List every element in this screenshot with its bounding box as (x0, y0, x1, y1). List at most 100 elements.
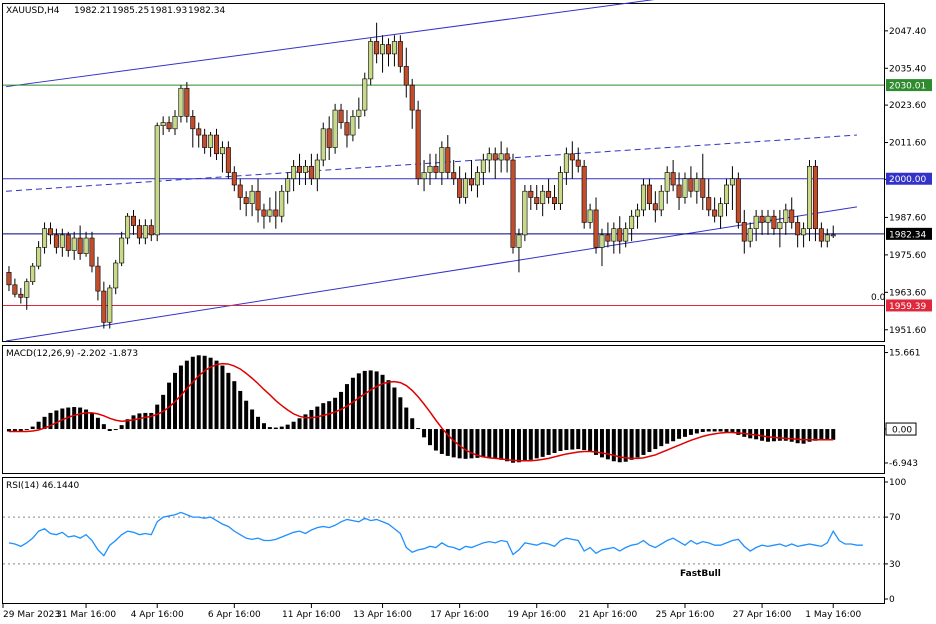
candle[interactable] (214, 128, 220, 161)
candle[interactable] (581, 160, 587, 229)
candle[interactable] (516, 228, 522, 273)
candle[interactable] (480, 153, 486, 185)
candle[interactable] (403, 47, 409, 98)
candle[interactable] (36, 241, 42, 270)
candle[interactable] (107, 284, 113, 329)
candle[interactable] (528, 184, 534, 210)
candle[interactable] (249, 184, 255, 217)
candle[interactable] (385, 38, 391, 67)
candle[interactable] (30, 262, 36, 285)
candle[interactable] (231, 166, 237, 192)
candle[interactable] (783, 203, 789, 235)
candle[interactable] (95, 256, 101, 301)
candle[interactable] (302, 160, 308, 185)
candle[interactable] (747, 222, 753, 248)
candle[interactable] (735, 172, 741, 229)
candle[interactable] (557, 166, 563, 210)
candle[interactable] (575, 147, 581, 173)
candle[interactable] (563, 147, 569, 185)
candle[interactable] (196, 122, 202, 148)
candle[interactable] (136, 219, 142, 245)
candle[interactable] (741, 209, 747, 254)
candle[interactable] (807, 160, 813, 242)
candle[interactable] (338, 103, 344, 129)
candle[interactable] (700, 153, 706, 210)
candle[interactable] (415, 100, 421, 185)
candle[interactable] (427, 153, 433, 185)
candle[interactable] (190, 110, 196, 148)
candle[interactable] (178, 85, 184, 123)
candle[interactable] (154, 122, 160, 242)
candle[interactable] (451, 160, 457, 185)
candle[interactable] (255, 178, 261, 223)
candle[interactable] (362, 72, 368, 117)
candle[interactable] (646, 178, 652, 210)
candle[interactable] (445, 135, 451, 179)
candle[interactable] (546, 178, 552, 204)
candle[interactable] (374, 22, 380, 64)
candle[interactable] (611, 222, 617, 254)
candle[interactable] (148, 219, 154, 242)
candle[interactable] (729, 166, 735, 210)
candle[interactable] (652, 191, 658, 223)
candle[interactable] (658, 184, 664, 217)
rsi-line[interactable] (8, 511, 863, 557)
candle[interactable] (552, 184, 558, 210)
candle[interactable] (522, 184, 528, 242)
candle[interactable] (243, 191, 249, 217)
candle[interactable] (534, 184, 540, 210)
price-pane[interactable]: 2047.402035.402023.602011.601999.801987.… (3, 0, 936, 342)
candle[interactable] (160, 116, 166, 136)
candle[interactable] (119, 231, 125, 267)
candle[interactable] (130, 209, 136, 235)
candle[interactable] (664, 166, 670, 204)
candle[interactable] (688, 166, 694, 198)
candle[interactable] (486, 147, 492, 173)
candle[interactable] (184, 82, 190, 123)
candle[interactable] (142, 219, 148, 245)
candle[interactable] (297, 153, 303, 185)
candle[interactable] (89, 231, 95, 273)
candle[interactable] (71, 231, 77, 260)
candle[interactable] (314, 153, 320, 192)
candle[interactable] (629, 209, 635, 242)
candle[interactable] (397, 35, 403, 73)
candle[interactable] (587, 203, 593, 229)
candle[interactable] (225, 141, 231, 179)
candle[interactable] (291, 160, 297, 192)
candle[interactable] (267, 197, 273, 223)
candle[interactable] (457, 166, 463, 204)
candle[interactable] (18, 287, 24, 304)
candle[interactable] (498, 141, 504, 173)
candle[interactable] (723, 178, 729, 217)
candle[interactable] (492, 147, 498, 179)
candle[interactable] (279, 184, 285, 223)
candle[interactable] (706, 178, 712, 217)
candle[interactable] (125, 213, 131, 245)
candle[interactable] (47, 222, 53, 245)
candle[interactable] (83, 231, 89, 257)
candle[interactable] (759, 209, 765, 235)
channel-line[interactable] (5, 134, 857, 192)
candle[interactable] (682, 172, 688, 204)
candle[interactable] (59, 228, 65, 257)
candle[interactable] (469, 160, 475, 192)
candle[interactable] (605, 222, 611, 248)
candle[interactable] (593, 197, 599, 254)
candle[interactable] (344, 110, 350, 148)
candle[interactable] (368, 38, 374, 86)
candle[interactable] (166, 116, 172, 132)
candle[interactable] (789, 197, 795, 229)
candle[interactable] (261, 203, 267, 229)
candle[interactable] (6, 266, 12, 292)
candle[interactable] (753, 209, 759, 242)
candle[interactable] (172, 110, 178, 136)
candle[interactable] (380, 35, 386, 73)
candle[interactable] (765, 209, 771, 235)
candle[interactable] (830, 225, 836, 239)
trading-chart[interactable]: FastBull 2047.402035.402023.602011.60199… (0, 0, 936, 624)
candle[interactable] (771, 209, 777, 235)
candle[interactable] (202, 128, 208, 154)
candle[interactable] (474, 166, 480, 198)
candle[interactable] (42, 222, 48, 254)
